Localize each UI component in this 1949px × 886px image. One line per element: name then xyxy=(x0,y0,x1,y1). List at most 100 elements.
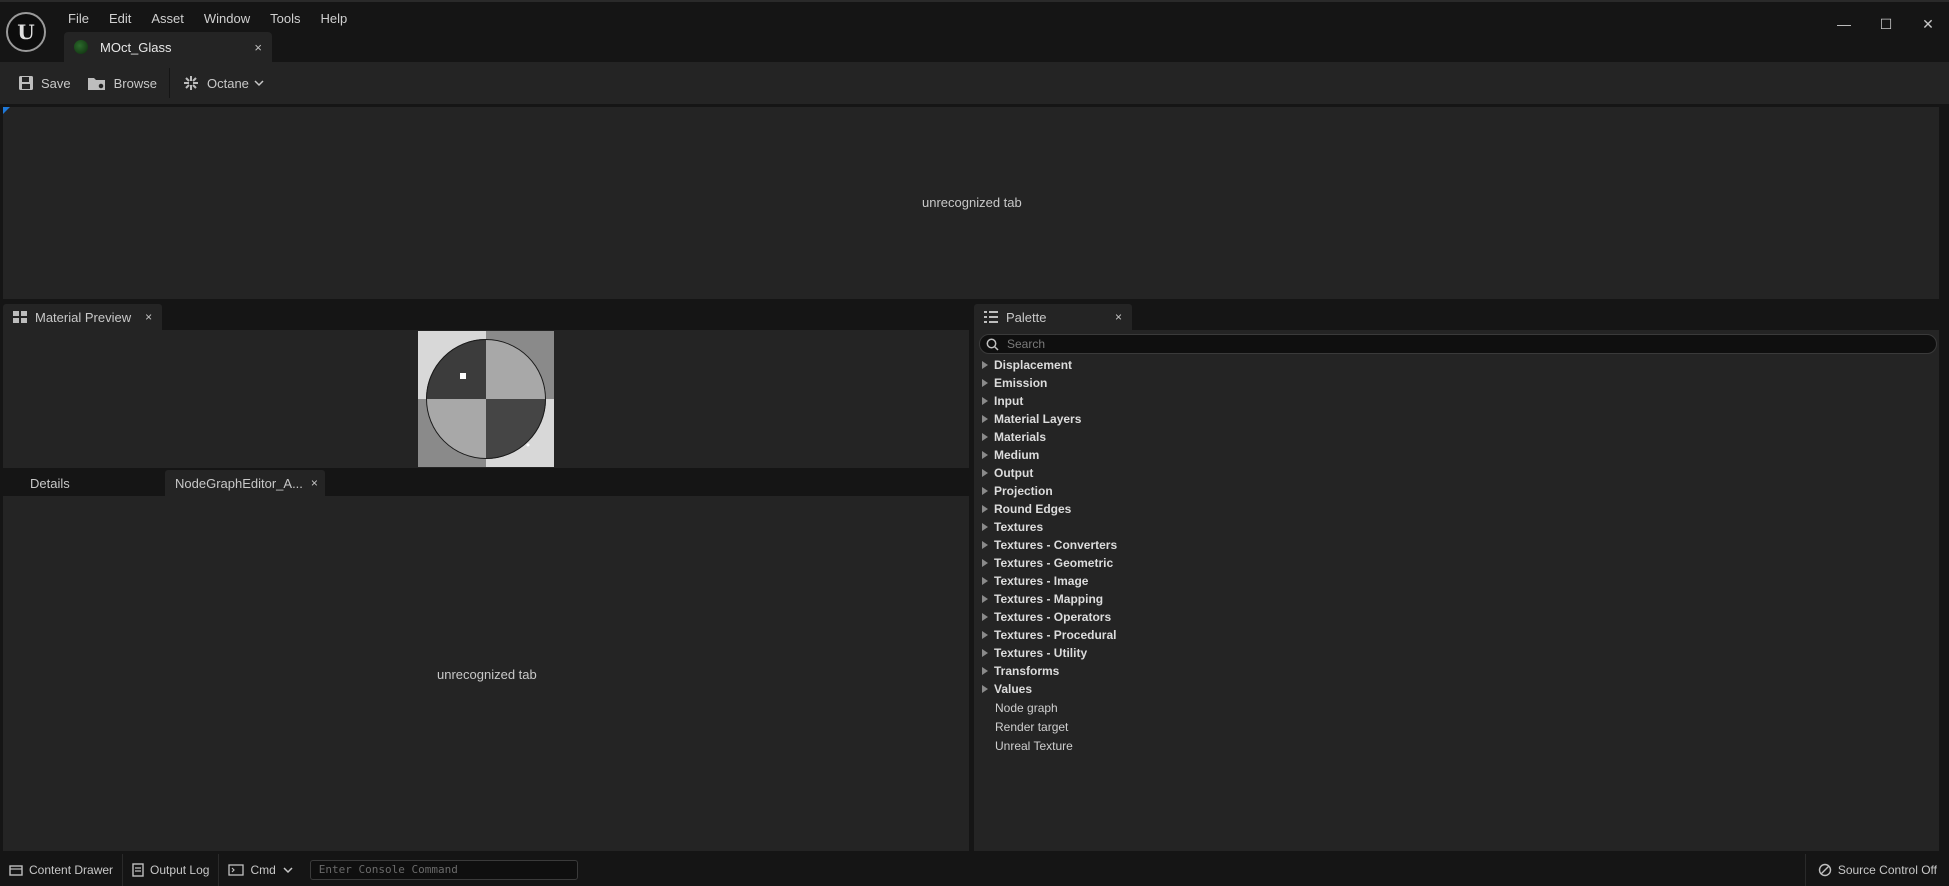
palette-category[interactable]: Projection xyxy=(979,482,1117,500)
palette-category[interactable]: Materials xyxy=(979,428,1117,446)
content-drawer-label: Content Drawer xyxy=(29,863,114,877)
save-label: Save xyxy=(41,75,71,91)
browse-label: Browse xyxy=(113,75,157,91)
unreal-logo-icon[interactable]: U xyxy=(6,12,46,52)
menu-bar: File Edit Asset Window Tools Help xyxy=(58,8,357,30)
palette-node-item[interactable]: Node graph xyxy=(979,698,1117,717)
maximize-button[interactable]: ☐ xyxy=(1865,10,1907,38)
octane-dropdown[interactable]: Octane xyxy=(174,68,272,98)
palette-category[interactable]: Values xyxy=(979,680,1117,698)
expand-arrow-icon xyxy=(982,451,988,459)
material-preview-tabrow: Material Preview × xyxy=(3,304,969,330)
chevron-down-icon xyxy=(254,79,264,87)
category-label: Round Edges xyxy=(994,502,1072,516)
material-preview-panel xyxy=(3,330,969,468)
category-label: Textures - Utility xyxy=(994,646,1088,660)
menu-asset[interactable]: Asset xyxy=(141,8,194,30)
close-tab-icon[interactable]: × xyxy=(145,310,152,324)
menu-tools[interactable]: Tools xyxy=(260,8,310,30)
category-label: Textures xyxy=(994,520,1044,534)
expand-arrow-icon xyxy=(982,631,988,639)
expand-arrow-icon xyxy=(982,487,988,495)
palette-category[interactable]: Output xyxy=(979,464,1117,482)
expand-arrow-icon xyxy=(982,469,988,477)
expand-arrow-icon xyxy=(982,523,988,531)
tab-details[interactable]: Details xyxy=(3,470,165,496)
expand-arrow-icon xyxy=(982,685,988,693)
expand-arrow-icon xyxy=(982,577,988,585)
output-log-button[interactable]: Output Log xyxy=(123,854,220,886)
chevron-down-icon xyxy=(283,866,293,874)
expand-arrow-icon xyxy=(982,361,988,369)
console-command-input[interactable]: Enter Console Command xyxy=(309,860,578,880)
palette-category[interactable]: Textures - Mapping xyxy=(979,590,1117,608)
category-label: Input xyxy=(994,394,1024,408)
category-label: Emission xyxy=(994,376,1048,390)
palette-category[interactable]: Transforms xyxy=(979,662,1117,680)
octane-icon xyxy=(182,74,200,92)
search-placeholder: Search xyxy=(1007,337,1046,351)
tab-material-preview[interactable]: Material Preview × xyxy=(3,304,163,330)
expand-arrow-icon xyxy=(982,613,988,621)
palette-category[interactable]: Textures - Geometric xyxy=(979,554,1117,572)
palette-node-item[interactable]: Unreal Texture xyxy=(979,736,1117,755)
menu-edit[interactable]: Edit xyxy=(99,8,141,30)
cmd-dropdown[interactable]: Cmd xyxy=(219,854,301,886)
expand-arrow-icon xyxy=(982,505,988,513)
expand-arrow-icon xyxy=(982,667,988,675)
palette-category[interactable]: Textures - Procedural xyxy=(979,626,1117,644)
palette-node-item[interactable]: Render target xyxy=(979,717,1117,736)
log-icon xyxy=(132,863,144,877)
category-label: Transforms xyxy=(994,664,1060,678)
palette-category[interactable]: Textures - Converters xyxy=(979,536,1117,554)
menu-help[interactable]: Help xyxy=(310,8,357,30)
save-icon xyxy=(18,75,34,91)
palette-category[interactable]: Textures - Operators xyxy=(979,608,1117,626)
title-bar: U File Edit Asset Window Tools Help — ☐ … xyxy=(0,0,1949,62)
category-label: Textures - Geometric xyxy=(994,556,1114,570)
category-label: Values xyxy=(994,682,1033,696)
palette-category[interactable]: Material Layers xyxy=(979,410,1117,428)
palette-search-input[interactable]: Search xyxy=(979,334,1937,354)
category-label: Medium xyxy=(994,448,1040,462)
search-icon xyxy=(986,338,999,351)
source-control-label: Source Control Off xyxy=(1837,863,1937,877)
palette-category[interactable]: Displacement xyxy=(979,356,1117,374)
logo-glyph: U xyxy=(17,20,35,44)
source-control-button[interactable]: Source Control Off xyxy=(1804,854,1937,886)
expand-arrow-icon xyxy=(982,541,988,549)
toolbar-separator xyxy=(169,68,170,98)
tab-nodegraph-editor[interactable]: NodeGraphEditor_A... × xyxy=(165,470,325,496)
minimize-button[interactable]: — xyxy=(1823,10,1865,38)
save-button[interactable]: Save xyxy=(10,68,79,98)
close-tab-icon[interactable]: × xyxy=(1115,310,1122,324)
close-window-button[interactable]: ✕ xyxy=(1907,10,1949,38)
octane-label: Octane xyxy=(207,75,249,91)
details-tabrow: Details NodeGraphEditor_A... × xyxy=(3,470,969,496)
palette-category[interactable]: Textures - Image xyxy=(979,572,1117,590)
palette-category[interactable]: Textures - Utility xyxy=(979,644,1117,662)
palette-category[interactable]: Emission xyxy=(979,374,1117,392)
document-tab[interactable]: MOct_Glass × xyxy=(64,32,272,62)
palette-category[interactable]: Textures xyxy=(979,518,1117,536)
close-tab-icon[interactable]: × xyxy=(311,476,318,490)
category-label: Textures - Image xyxy=(994,574,1089,588)
tab-palette-label: Palette xyxy=(1006,309,1047,325)
close-tab-icon[interactable]: × xyxy=(254,40,262,55)
category-label: Output xyxy=(994,466,1034,480)
nodegraph-panel: unrecognized tab xyxy=(3,496,969,851)
expand-arrow-icon xyxy=(982,559,988,567)
browse-button[interactable]: Browse xyxy=(79,68,165,98)
palette-category[interactable]: Round Edges xyxy=(979,500,1117,518)
unrecognized-tab-text: unrecognized tab xyxy=(922,195,1022,210)
expand-arrow-icon xyxy=(982,595,988,603)
menu-window[interactable]: Window xyxy=(194,8,260,30)
menu-file[interactable]: File xyxy=(58,8,99,30)
palette-category[interactable]: Input xyxy=(979,392,1117,410)
material-preview-viewport[interactable] xyxy=(418,331,554,467)
category-label: Displacement xyxy=(994,358,1073,372)
palette-category[interactable]: Medium xyxy=(979,446,1117,464)
expand-arrow-icon xyxy=(982,649,988,657)
content-drawer-button[interactable]: Content Drawer xyxy=(0,854,124,886)
tab-palette[interactable]: Palette × xyxy=(974,304,1132,330)
